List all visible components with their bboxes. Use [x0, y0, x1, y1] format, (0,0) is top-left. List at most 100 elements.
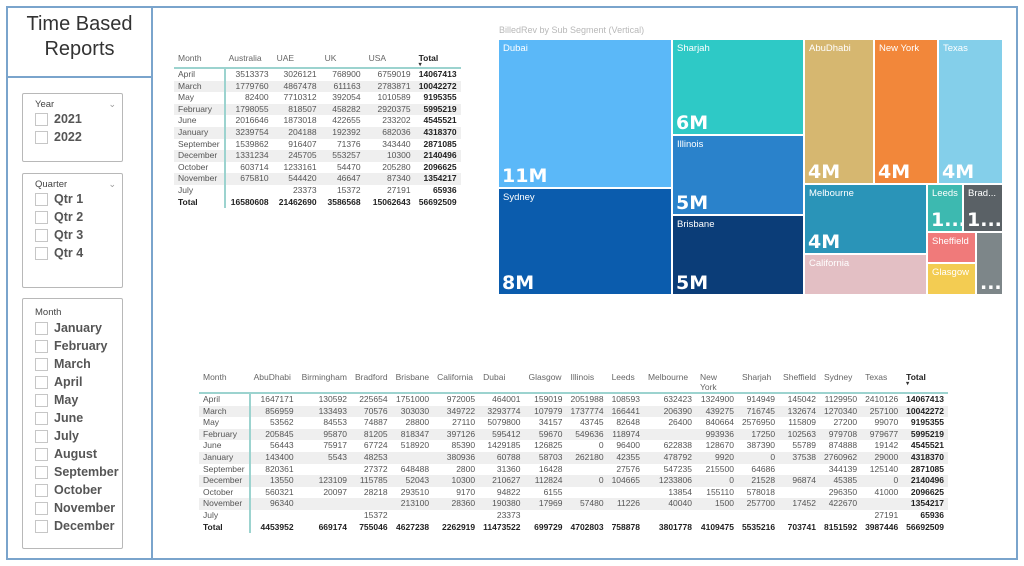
- checkbox[interactable]: [35, 192, 48, 206]
- treemap-tile[interactable]: Illinois 5M: [672, 135, 804, 215]
- month-option[interactable]: June: [23, 409, 122, 427]
- column-header[interactable]: UK: [320, 53, 365, 69]
- checkbox[interactable]: [35, 429, 48, 443]
- column-header[interactable]: California: [433, 372, 480, 394]
- treemap-tile[interactable]: Sydney 8M: [498, 188, 672, 295]
- column-header[interactable]: Sydney: [819, 372, 862, 394]
- year-option[interactable]: 2021: [23, 110, 122, 128]
- year-option[interactable]: 2022: [23, 128, 122, 146]
- quarter-option[interactable]: Qtr 4: [23, 244, 122, 262]
- column-header[interactable]: Month: [174, 53, 225, 69]
- column-header[interactable]: Brisbane: [391, 372, 434, 394]
- column-header[interactable]: Birmingham: [297, 372, 351, 394]
- treemap-tile[interactable]: Glasgow: [927, 263, 976, 295]
- checkbox[interactable]: [35, 411, 48, 425]
- quarter-option[interactable]: Qtr 2: [23, 208, 122, 226]
- value-cell: 225654: [359, 394, 388, 404]
- treemap-tile[interactable]: Dubai 11M: [498, 39, 672, 188]
- checkbox[interactable]: [35, 228, 48, 242]
- month-option[interactable]: February: [23, 337, 122, 355]
- checkbox[interactable]: [35, 447, 48, 461]
- value-cell: 70576: [350, 405, 392, 418]
- table-row: April 1647171 130592 225654 1751000 972005 464…: [199, 393, 948, 406]
- treemap-tile[interactable]: Leeds 1...: [927, 184, 963, 232]
- sort-descending-icon[interactable]: ▾: [419, 62, 457, 68]
- column-header[interactable]: Sheffield: [779, 372, 820, 394]
- value-cell: [391, 451, 434, 464]
- checkbox[interactable]: [35, 519, 48, 533]
- value-cell: [643, 428, 696, 441]
- column-header[interactable]: Total ▾: [414, 53, 461, 69]
- column-header[interactable]: Melbourne: [643, 372, 696, 394]
- month-option[interactable]: September: [23, 463, 122, 481]
- treemap-tile[interactable]: New York 4M: [874, 39, 938, 184]
- treemap-tile[interactable]: Melbourne 4M: [804, 184, 927, 254]
- month-option[interactable]: August: [23, 445, 122, 463]
- column-header[interactable]: UAE: [272, 53, 321, 69]
- checkbox[interactable]: [35, 246, 48, 260]
- value-cell: 115785: [350, 475, 392, 487]
- checkbox[interactable]: [35, 501, 48, 515]
- value-cell: 518920: [400, 440, 430, 451]
- value-cell: [524, 510, 566, 522]
- column-header[interactable]: Leeds: [607, 372, 644, 394]
- sort-descending-icon[interactable]: ▾: [906, 381, 944, 387]
- column-header[interactable]: Glasgow: [524, 372, 567, 394]
- treemap-tile[interactable]: Brad... 1...: [963, 184, 1003, 232]
- value-cell: 840664: [705, 417, 734, 428]
- value-cell: 578018: [746, 486, 776, 497]
- checkbox[interactable]: [35, 393, 48, 407]
- checkbox[interactable]: [35, 375, 48, 389]
- checkbox[interactable]: [35, 321, 48, 335]
- checkbox[interactable]: [35, 483, 48, 497]
- checkbox[interactable]: [35, 130, 48, 144]
- treemap-tile[interactable]: Brisbane 5M: [672, 215, 804, 295]
- month-option[interactable]: March: [23, 355, 122, 373]
- treemap-tile[interactable]: Texas 4M: [938, 39, 1003, 184]
- column-header[interactable]: Dubai: [479, 372, 525, 394]
- treemap-tile[interactable]: California: [804, 254, 927, 295]
- value-cell: [225, 185, 273, 197]
- value-cell: 23373: [496, 509, 521, 520]
- column-header[interactable]: AbuDhabi: [249, 372, 298, 394]
- tile-label: Brisbane: [677, 219, 715, 230]
- column-header[interactable]: Month: [199, 372, 250, 394]
- treemap-tile[interactable]: ...: [976, 232, 1003, 295]
- month-option[interactable]: November: [23, 499, 122, 517]
- column-header[interactable]: New York: [695, 372, 738, 394]
- treemap-tile[interactable]: Sheffield: [927, 232, 976, 263]
- column-header[interactable]: Illinois: [566, 372, 608, 394]
- checkbox[interactable]: [35, 210, 48, 224]
- row-header: October: [199, 486, 251, 499]
- treemap-tile[interactable]: Sharjah 6M: [672, 39, 804, 135]
- column-header[interactable]: Australia: [224, 53, 273, 69]
- checkbox[interactable]: [35, 465, 48, 479]
- checkbox[interactable]: [35, 339, 48, 353]
- value-cell: 41000: [874, 486, 899, 497]
- month-option[interactable]: December: [23, 517, 122, 535]
- table-row: May 53562 84553 74887 28800 27110 5079800 34157…: [199, 417, 948, 429]
- column-header[interactable]: Bradford: [350, 372, 392, 394]
- column-header[interactable]: Texas: [861, 372, 903, 394]
- checkbox[interactable]: [35, 357, 48, 371]
- month-option[interactable]: May: [23, 391, 122, 409]
- month-option[interactable]: January: [23, 319, 122, 337]
- month-option[interactable]: July: [23, 427, 122, 445]
- column-header[interactable]: Sharjah: [737, 372, 780, 394]
- treemap-tile[interactable]: AbuDhabi 4M: [804, 39, 874, 184]
- value-cell: 3293774: [479, 405, 525, 418]
- month-option[interactable]: April: [23, 373, 122, 391]
- chevron-down-icon[interactable]: ⌄: [108, 179, 116, 190]
- quarter-option[interactable]: Qtr 1: [23, 190, 122, 208]
- column-header[interactable]: USA: [364, 53, 415, 69]
- chevron-down-icon[interactable]: ⌄: [108, 99, 116, 110]
- value-cell: [738, 510, 779, 522]
- column-header-label: Texas: [865, 372, 888, 382]
- checkbox[interactable]: [35, 112, 48, 126]
- value-cell: [820, 510, 861, 522]
- tile-label: Dubai: [503, 43, 528, 54]
- column-header[interactable]: Total ▾: [902, 372, 948, 394]
- quarter-option[interactable]: Qtr 3: [23, 226, 122, 244]
- table-row: November 96340 213100 28360 190380 17969 57480…: [199, 498, 948, 510]
- month-option[interactable]: October: [23, 481, 122, 499]
